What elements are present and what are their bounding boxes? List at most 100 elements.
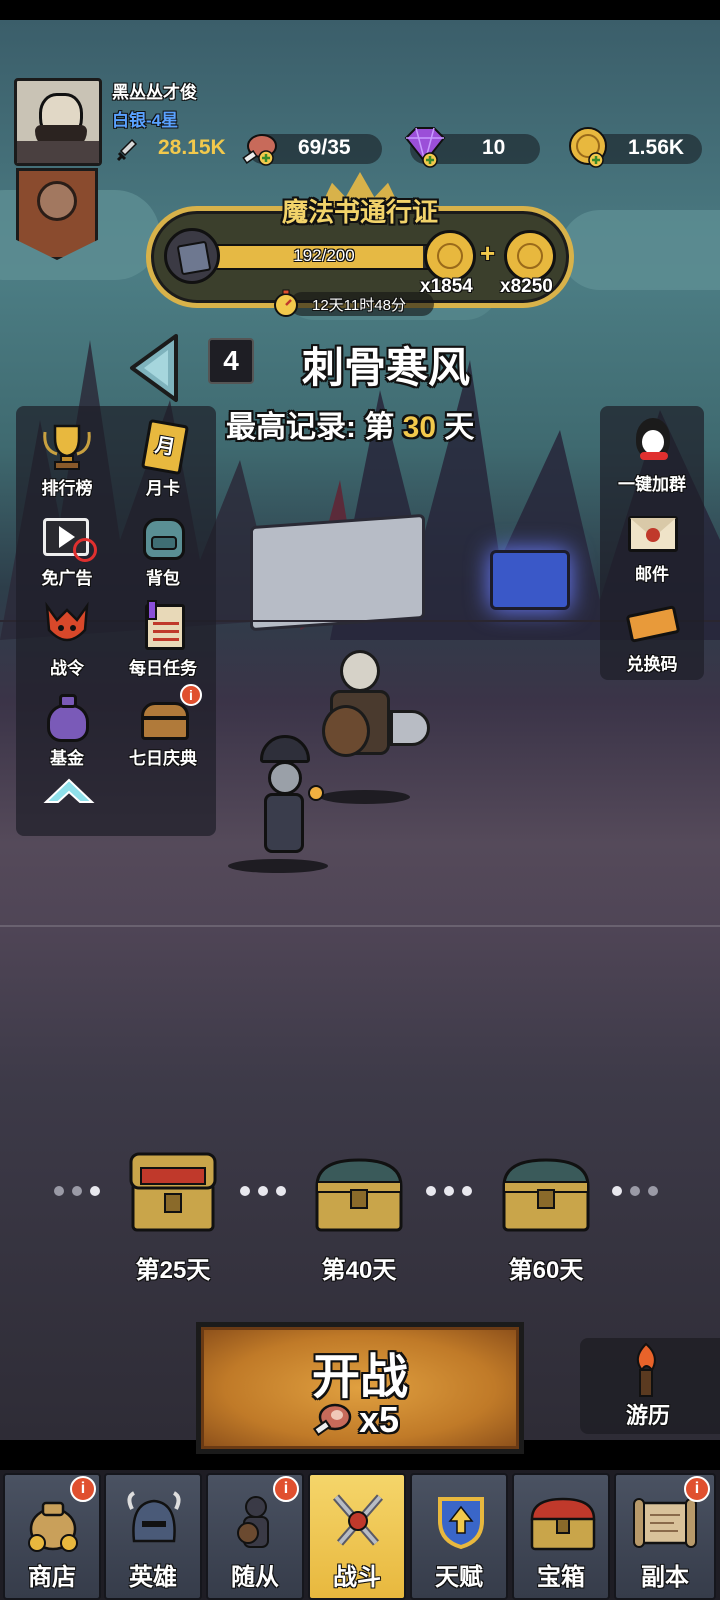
battle-pass-icon <box>39 600 95 654</box>
scroll-map-icon <box>630 1495 700 1551</box>
combat-power-value: 28.15K <box>158 136 226 159</box>
travel-button[interactable]: 游历 <box>580 1338 720 1434</box>
helmet-icon <box>124 1491 184 1553</box>
tab-hero[interactable]: 英雄 <box>104 1473 202 1600</box>
join-group-label: 一键加群 <box>618 475 686 494</box>
month-card-button[interactable]: 月 月卡 <box>116 414 210 504</box>
treasure-chest-icon <box>528 1495 598 1553</box>
seven-day-celebration-label: 七日庆典 <box>129 749 197 768</box>
bottom-navigation: 商店 i 英雄 随从 i 战斗 天赋 宝箱 副本 i <box>0 1470 720 1600</box>
ticket-icon <box>624 596 681 650</box>
shop-badge: i <box>70 1476 96 1502</box>
tab-follower-label: 随从 <box>231 1564 279 1591</box>
progress-dot <box>648 1186 658 1196</box>
meat-icon <box>311 1399 353 1439</box>
month-card-label: 月卡 <box>146 479 180 498</box>
no-ads-icon <box>39 510 97 564</box>
stamina-value: 69/35 <box>298 136 351 159</box>
stage-name: 刺骨寒风 <box>302 344 471 391</box>
tab-chest[interactable]: 宝箱 <box>512 1473 610 1600</box>
skeleton-mage-sprite <box>228 735 330 875</box>
ground-edge-line <box>0 925 720 927</box>
day-25-label: 第25天 <box>135 1257 211 1284</box>
tab-chest-label: 宝箱 <box>537 1564 585 1591</box>
pass-title: 魔法书通行证 <box>281 197 438 227</box>
battle-order-label: 战令 <box>50 659 84 678</box>
day-60-label: 第60天 <box>508 1257 584 1284</box>
battle-order-button[interactable]: 战令 <box>20 594 114 684</box>
gold-value: 1.56K <box>628 136 685 159</box>
sword-icon <box>116 138 138 162</box>
start-battle-button[interactable]: 开战 x5 <box>196 1322 524 1454</box>
tab-hero-label: 英雄 <box>129 1564 177 1591</box>
previous-stage-arrow-icon[interactable] <box>128 334 180 402</box>
mail-icon <box>624 506 680 560</box>
no-ads-button[interactable]: 免广告 <box>20 504 114 594</box>
cloud <box>560 210 720 290</box>
plus-icon: + <box>480 238 496 268</box>
travel-label: 游历 <box>625 1403 670 1428</box>
tab-talent[interactable]: 天赋 <box>410 1473 508 1600</box>
tab-battle-label: 战斗 <box>333 1564 381 1591</box>
best-record-suffix: 天 <box>444 411 475 444</box>
leaderboard-label: 排行榜 <box>41 479 93 498</box>
gold-bag-icon <box>23 1493 83 1553</box>
tab-talent-label: 天赋 <box>435 1564 483 1591</box>
month-card-icon: 月 <box>135 418 191 476</box>
redeem-code-label: 兑换码 <box>626 655 678 674</box>
progress-dot <box>612 1186 622 1196</box>
progress-dot <box>258 1186 268 1196</box>
collapse-menu-chevron-icon[interactable] <box>42 774 96 808</box>
tab-battle[interactable]: 战斗 <box>308 1473 406 1600</box>
stage-number: 4 <box>208 338 254 384</box>
rank-emblem-icon <box>37 181 77 221</box>
best-record-day: 30 <box>402 411 437 444</box>
gem-value: 10 <box>482 136 506 159</box>
fund-label: 基金 <box>50 749 84 768</box>
follower-badge: i <box>273 1476 299 1502</box>
leaderboard-button[interactable]: 排行榜 <box>20 414 114 504</box>
progress-dot <box>276 1186 286 1196</box>
month-card-glyph: 月 <box>140 418 190 476</box>
tab-dungeon-label: 副本 <box>641 1564 689 1591</box>
gold-coin-icon <box>566 126 612 172</box>
pass-progress-text: 192/200 <box>293 246 355 265</box>
reward-right-count: x8250 <box>500 276 553 297</box>
redeem-code-button[interactable]: 兑换码 <box>605 590 699 680</box>
magic-crystal <box>490 550 570 610</box>
day-25-chest-open-icon[interactable] <box>127 1148 219 1232</box>
stone-block <box>250 513 425 632</box>
best-record: 最高记录: 第 30 天 <box>226 402 474 446</box>
day-60-chest-icon[interactable] <box>500 1156 592 1240</box>
reward-coin-icon-right <box>504 230 556 282</box>
seven-day-badge: i <box>180 684 202 706</box>
backpack-icon <box>135 510 191 564</box>
start-battle-label: 开战 <box>311 1351 408 1404</box>
dungeon-badge: i <box>684 1476 710 1502</box>
backpack-button[interactable]: 背包 <box>116 504 210 594</box>
diamond-icon <box>400 126 450 170</box>
player-name: 黑丛丛才俊 <box>112 83 197 102</box>
meat-icon <box>240 128 280 168</box>
join-group-button[interactable]: 一键加群 <box>605 410 699 500</box>
magic-book-icon <box>164 228 220 284</box>
player-rank: 白银-4星 <box>112 111 179 130</box>
progress-dot <box>90 1186 100 1196</box>
torch-icon <box>626 1342 666 1398</box>
fund-bag-icon <box>39 690 95 744</box>
mail-button[interactable]: 邮件 <box>605 500 699 590</box>
player-avatar[interactable] <box>14 78 102 166</box>
progress-dot <box>240 1186 250 1196</box>
daily-task-button[interactable]: 每日任务 <box>116 594 210 684</box>
reward-coin-icon-left <box>424 230 476 282</box>
progress-dot <box>444 1186 454 1196</box>
talent-shield-icon <box>434 1493 488 1551</box>
day-40-label: 第40天 <box>321 1257 397 1284</box>
progress-dot <box>72 1186 82 1196</box>
day-40-chest-icon[interactable] <box>313 1156 405 1240</box>
fund-button[interactable]: 基金 <box>20 684 114 774</box>
trophy-icon <box>39 420 95 474</box>
backpack-label: 背包 <box>146 569 180 588</box>
no-ads-label: 免广告 <box>41 569 93 588</box>
progress-dot <box>54 1186 64 1196</box>
